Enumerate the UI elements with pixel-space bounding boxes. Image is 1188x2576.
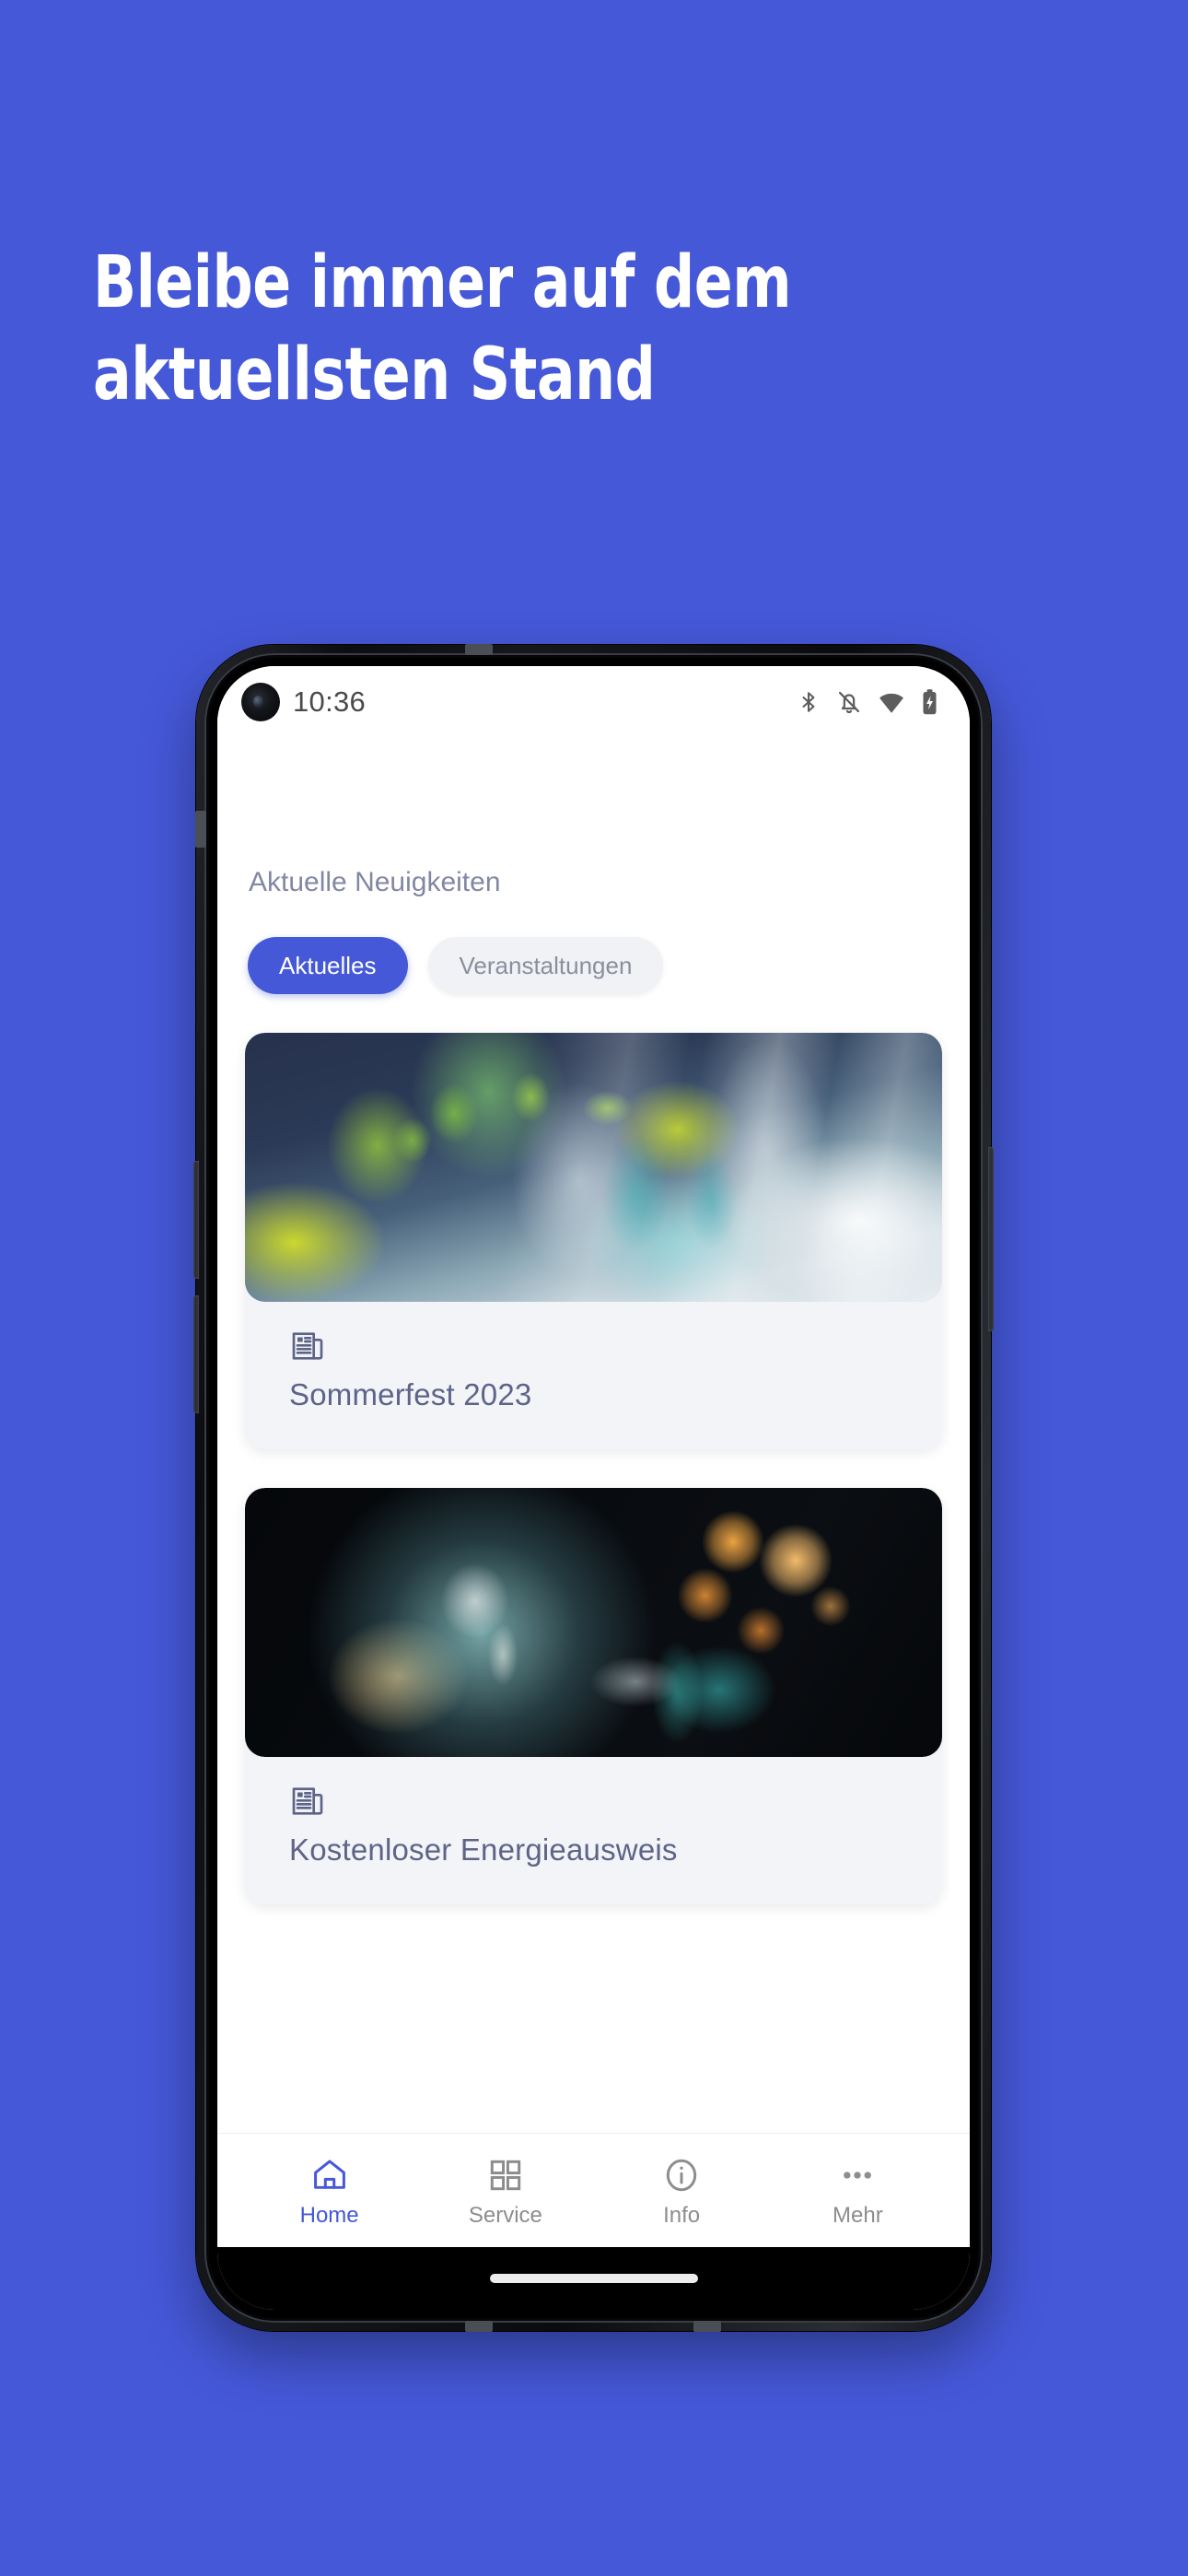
page-title: Aktuelle Neuigkeiten [249, 867, 501, 897]
phone-screen: 10:36 Aktuelle Neuigkeiten Aktuelles Ver… [217, 666, 970, 2310]
festive-table-setting-photo [245, 1033, 942, 1302]
bell-off-icon [836, 688, 862, 716]
home-indicator-area [217, 2247, 970, 2310]
news-card-energieausweis[interactable]: Kostenloser Energieausweis [245, 1488, 942, 1904]
news-card-image [245, 1488, 942, 1757]
wifi-icon [878, 688, 905, 716]
status-bar-icons [797, 688, 938, 716]
home-indicator[interactable] [489, 2274, 698, 2283]
antenna-band-bottom-right [693, 2321, 721, 2332]
antenna-band-top [465, 644, 493, 655]
nav-item-mehr[interactable]: Mehr [770, 2156, 946, 2229]
antenna-band-bottom-left [465, 2321, 493, 2332]
info-icon [662, 2156, 701, 2195]
news-card-body: Kostenloser Energieausweis [245, 1757, 942, 1904]
nav-item-service[interactable]: Service [417, 2156, 593, 2229]
home-icon [310, 2156, 349, 2195]
nav-item-home[interactable]: Home [241, 2156, 417, 2229]
status-bar-clock: 10:36 [293, 685, 367, 718]
newspaper-icon [289, 1328, 898, 1364]
battery-charging-icon [921, 688, 938, 716]
news-filter-tabs: Aktuelles Veranstaltungen [248, 937, 942, 994]
nav-label-info: Info [663, 2203, 701, 2228]
news-card-body: Sommerfest 2023 [245, 1302, 942, 1449]
volume-down-button[interactable] [193, 1295, 199, 1413]
nav-item-info[interactable]: Info [594, 2156, 770, 2229]
news-card-image [245, 1033, 942, 1302]
nav-label-home: Home [299, 2203, 359, 2228]
ellipsis-icon [838, 2156, 877, 2195]
tab-aktuelles[interactable]: Aktuelles [248, 937, 408, 994]
volume-up-button[interactable] [193, 1161, 199, 1279]
nav-label-service: Service [468, 2203, 542, 2228]
news-screen-content: Aktuelle Neuigkeiten Aktuelles Veranstal… [217, 738, 970, 2133]
power-button[interactable] [988, 1147, 994, 1331]
news-card-title: Sommerfest 2023 [289, 1377, 532, 1411]
news-card-title: Kostenloser Energieausweis [289, 1832, 678, 1867]
light-bulb-bokeh-photo [245, 1488, 942, 1757]
bluetooth-icon [797, 688, 821, 716]
bottom-navigation-bar: Home Service Info Mehr [217, 2133, 970, 2247]
news-card-sommerfest[interactable]: Sommerfest 2023 [245, 1033, 942, 1449]
promo-headline: Bleibe immer auf dem aktuellsten Stand [93, 241, 792, 416]
newspaper-icon [289, 1783, 898, 1820]
antenna-band-left [195, 811, 206, 848]
nav-label-mehr: Mehr [833, 2203, 883, 2228]
phone-device-frame: 10:36 Aktuelle Neuigkeiten Aktuelles Ver… [193, 644, 994, 2332]
tab-veranstaltungen[interactable]: Veranstaltungen [427, 937, 664, 994]
status-bar: 10:36 [217, 666, 970, 738]
grid-icon [486, 2156, 525, 2195]
front-camera-punch-hole-icon [241, 683, 280, 721]
